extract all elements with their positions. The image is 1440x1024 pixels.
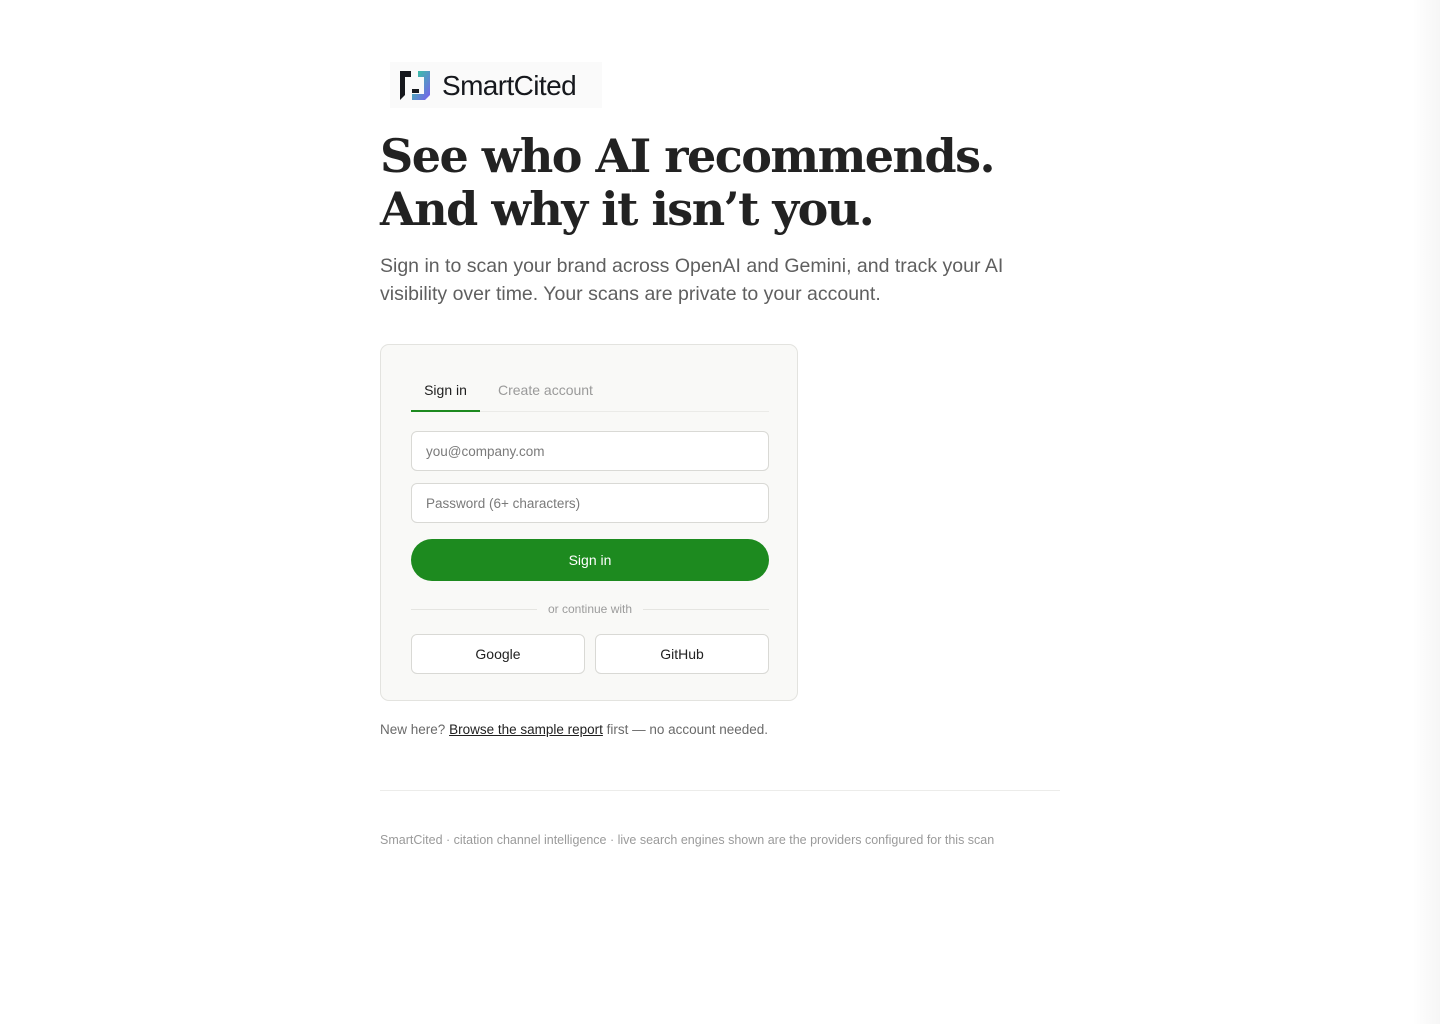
github-button[interactable]: GitHub — [595, 634, 769, 674]
smartcited-logo-mark-icon — [400, 71, 430, 100]
headline-line-2: And why it isn’t you. — [380, 182, 875, 236]
window-edge-shadow — [1412, 0, 1440, 1024]
auth-tabs: Sign in Create account — [411, 371, 769, 412]
divider-line-right — [643, 608, 770, 610]
email-field[interactable] — [411, 431, 769, 471]
note-prefix: New here? — [380, 722, 446, 737]
auth-card: Sign in Create account Sign in or contin… — [380, 344, 798, 701]
page-subtitle: Sign in to scan your brand across OpenAI… — [380, 255, 1004, 305]
social-divider: or continue with — [411, 601, 770, 617]
password-field[interactable] — [411, 483, 769, 523]
sample-report-note: New here? Browse the sample report first… — [380, 722, 768, 737]
footer-divider — [380, 790, 1060, 791]
brand-name: SmartCited — [442, 70, 577, 101]
footer-text: SmartCited · citation channel intelligen… — [380, 833, 995, 847]
sign-in-button[interactable]: Sign in — [411, 539, 769, 581]
headline-line-1: See who AI recommends. — [380, 129, 996, 183]
sample-report-link[interactable]: Browse the sample report — [449, 722, 603, 737]
divider-text: or continue with — [547, 602, 633, 616]
note-suffix: first — no account needed. — [606, 722, 769, 737]
tab-create-account[interactable]: Create account — [498, 371, 593, 411]
google-button[interactable]: Google — [411, 634, 585, 674]
tab-sign-in[interactable]: Sign in — [411, 371, 480, 412]
divider-line-left — [411, 608, 537, 610]
brand-logo[interactable]: SmartCited — [390, 62, 602, 108]
page-title: See who AI recommends. And why it isn’t … — [380, 129, 996, 236]
